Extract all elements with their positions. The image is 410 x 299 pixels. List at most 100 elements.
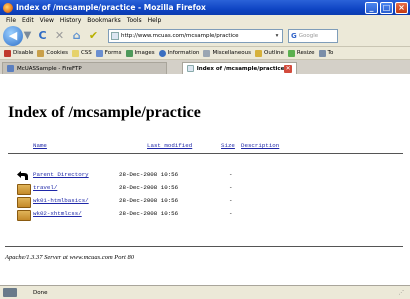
devbar-tools-label: To xyxy=(327,50,334,56)
devbar-outline[interactable]: Outline xyxy=(255,49,284,57)
menu-tools[interactable]: Tools xyxy=(127,17,142,24)
close-tab-icon[interactable]: ✕ xyxy=(284,64,292,73)
devbar-css-label: CSS xyxy=(80,50,92,56)
web-developer-toolbar: Disable Cookies CSS Forms Images Informa… xyxy=(0,47,410,60)
devbar-miscellaneous[interactable]: Miscellaneous xyxy=(203,49,252,57)
miscellaneous-icon xyxy=(203,49,211,57)
tab-index[interactable]: Index of /mcsample/practice ✕ xyxy=(182,62,297,74)
url-bar[interactable]: http://www.mcuas.com/mcsample/practice ▾ xyxy=(108,28,283,43)
sort-by-name-link[interactable]: Name xyxy=(33,142,47,149)
row-modified: 28-Dec-2008 10:56 xyxy=(119,197,179,204)
url-text[interactable]: http://www.mcuas.com/mcsample/practice xyxy=(121,33,272,39)
server-signature: Apache/1.3.37 Server at www.mcuas.com Po… xyxy=(5,254,134,261)
folder-icon xyxy=(17,197,31,208)
sort-by-modified-link[interactable]: Last modified xyxy=(147,142,192,149)
search-box[interactable]: G Google xyxy=(288,28,338,43)
devbar-information-label: Information xyxy=(167,50,200,56)
status-network-icon xyxy=(3,288,17,297)
row-modified: 28-Dec-2008 10:56 xyxy=(119,210,179,217)
sort-by-size-link[interactable]: Size xyxy=(221,142,235,149)
devbar-tools[interactable]: To xyxy=(318,49,334,57)
page-icon xyxy=(187,65,194,72)
devbar-cookies[interactable]: Cookies xyxy=(37,49,68,57)
disable-icon xyxy=(4,49,11,57)
reload-icon[interactable]: C xyxy=(36,29,49,42)
row-name-link[interactable]: wk02-xhtmlcss/ xyxy=(33,210,82,217)
back-button[interactable]: ◀ xyxy=(3,25,23,46)
menu-help[interactable]: Help xyxy=(148,17,162,24)
row-size: - xyxy=(229,171,233,178)
tab-fireftp-label: McUASSample - FireFTP xyxy=(17,65,82,72)
firefox-icon xyxy=(3,2,13,13)
folder-icon xyxy=(17,184,31,195)
css-icon xyxy=(71,49,79,57)
page-heading: Index of /mcsample/practice xyxy=(8,104,201,121)
forward-button[interactable]: ▼ xyxy=(23,29,32,43)
menu-bookmarks[interactable]: Bookmarks xyxy=(87,17,121,24)
bookmark-icon[interactable]: ✔ xyxy=(87,29,100,42)
home-icon[interactable]: ⌂ xyxy=(70,29,83,42)
row-size: - xyxy=(229,184,233,191)
search-input[interactable]: Google xyxy=(299,33,318,39)
devbar-disable-label: Disable xyxy=(13,50,34,56)
resize-grip-icon[interactable]: ⋰ xyxy=(399,290,405,296)
search-engine-icon[interactable]: G xyxy=(291,32,297,40)
information-icon xyxy=(158,49,166,57)
close-button[interactable]: × xyxy=(395,1,408,14)
devbar-disable[interactable]: Disable xyxy=(4,49,34,57)
menu-history[interactable]: History xyxy=(60,17,81,24)
listing-row: wk02-xhtmlcss/ 28-Dec-2008 10:56 - xyxy=(0,210,410,222)
page-content: Index of /mcsample/practice Name Last mo… xyxy=(0,74,410,285)
folder-icon xyxy=(17,210,31,221)
tab-fireftp[interactable]: McUASSample - FireFTP xyxy=(2,62,167,74)
devbar-cookies-label: Cookies xyxy=(46,50,68,56)
row-size: - xyxy=(229,197,233,204)
minimize-button[interactable]: _ xyxy=(365,1,378,14)
listing-row: Parent Directory 28-Dec-2008 10:56 - xyxy=(0,171,410,183)
devbar-miscellaneous-label: Miscellaneous xyxy=(212,50,252,56)
listing-bottom-divider xyxy=(5,246,403,247)
images-icon xyxy=(125,49,133,57)
devbar-css[interactable]: CSS xyxy=(71,49,92,57)
row-name-link[interactable]: travel/ xyxy=(33,184,57,191)
maximize-button[interactable]: □ xyxy=(380,1,393,14)
parent-dir-icon xyxy=(17,171,31,182)
devbar-outline-label: Outline xyxy=(264,50,284,56)
sort-by-description-link[interactable]: Description xyxy=(241,142,279,149)
status-text: Done xyxy=(33,289,48,296)
status-bar: Done ⋰ xyxy=(0,285,410,299)
row-name-link[interactable]: wk01-htmlbasics/ xyxy=(33,197,89,204)
row-name-link[interactable]: Parent Directory xyxy=(33,171,89,178)
devbar-information[interactable]: Information xyxy=(158,49,200,57)
listing-top-divider xyxy=(8,153,403,154)
devbar-resize-label: Resize xyxy=(296,50,315,56)
listing-row: travel/ 28-Dec-2008 10:56 - xyxy=(0,184,410,196)
resize-icon xyxy=(287,49,295,57)
outline-icon xyxy=(255,49,263,57)
listing-row: wk01-htmlbasics/ 28-Dec-2008 10:56 - xyxy=(0,197,410,209)
row-modified: 28-Dec-2008 10:56 xyxy=(119,184,179,191)
menu-file[interactable]: File xyxy=(6,17,16,24)
window-title: Index of /mcsample/practice - Mozilla Fi… xyxy=(16,3,206,12)
tab-bar: McUASSample - FireFTP Index of /mcsample… xyxy=(0,60,410,74)
menu-bar: File Edit View History Bookmarks Tools H… xyxy=(0,15,410,25)
tab-index-label: Index of /mcsample/practice xyxy=(196,65,285,72)
menu-edit[interactable]: Edit xyxy=(22,17,34,24)
forms-icon xyxy=(95,49,103,57)
devbar-images[interactable]: Images xyxy=(125,49,155,57)
cookie-icon xyxy=(37,49,45,57)
page-favicon-icon xyxy=(111,31,119,40)
devbar-resize[interactable]: Resize xyxy=(287,49,315,57)
devbar-forms-label: Forms xyxy=(104,50,122,56)
tools-icon xyxy=(318,49,326,57)
devbar-images-label: Images xyxy=(134,50,155,56)
menu-view[interactable]: View xyxy=(40,17,54,24)
url-dropdown-icon[interactable]: ▾ xyxy=(272,33,282,39)
navigation-toolbar: ◀ ▼ C ✕ ⌂ ✔ http://www.mcuas.com/mcsampl… xyxy=(0,25,410,47)
window-titlebar: Index of /mcsample/practice - Mozilla Fi… xyxy=(0,0,410,15)
fireftp-icon xyxy=(7,65,14,72)
stop-icon[interactable]: ✕ xyxy=(53,29,66,42)
row-size: - xyxy=(229,210,233,217)
devbar-forms[interactable]: Forms xyxy=(95,49,122,57)
row-modified: 28-Dec-2008 10:56 xyxy=(119,171,179,178)
